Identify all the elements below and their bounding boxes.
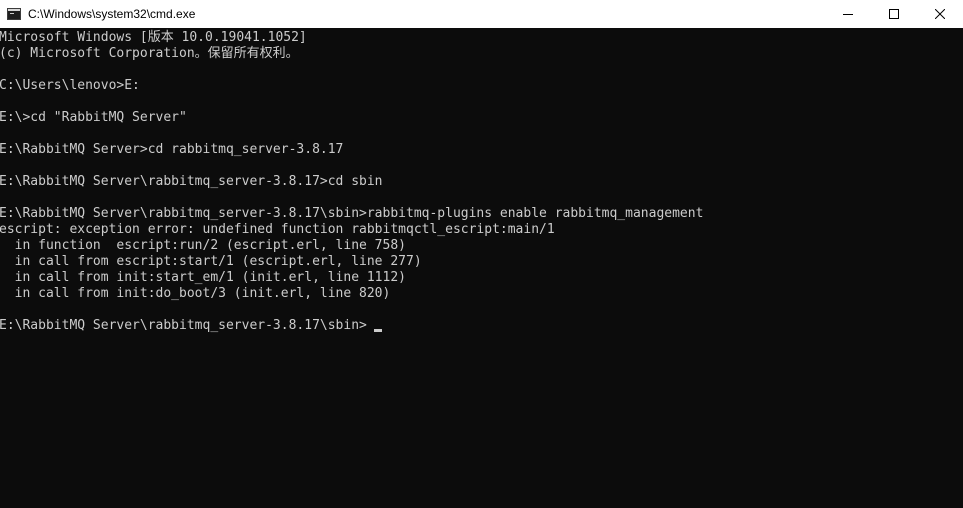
- console-line: (c) Microsoft Corporation。保留所有权利。: [0, 46, 299, 61]
- text-cursor: [374, 329, 382, 332]
- minimize-button[interactable]: [825, 0, 871, 28]
- console-line: escript: exception error: undefined func…: [0, 222, 555, 237]
- console-line: C:\Users\lenovo>E:: [0, 78, 140, 93]
- close-icon: [935, 9, 945, 19]
- maximize-icon: [889, 9, 899, 19]
- console-line: in function escript:run/2 (escript.erl, …: [0, 238, 406, 253]
- minimize-icon: [843, 14, 853, 15]
- cmd-window: C:\Windows\system32\cmd.exe Microsoft Wi…: [0, 0, 963, 508]
- console-line: E:\RabbitMQ Server\rabbitmq_server-3.8.1…: [0, 174, 383, 189]
- console-line: E:\RabbitMQ Server>cd rabbitmq_server-3.…: [0, 142, 344, 157]
- close-button[interactable]: [917, 0, 963, 28]
- console-line: in call from init:do_boot/3 (init.erl, l…: [0, 286, 391, 301]
- cmd-icon[interactable]: [7, 8, 21, 20]
- console-output[interactable]: Microsoft Windows [版本 10.0.19041.1052] (…: [0, 29, 963, 508]
- window-controls: [825, 0, 963, 28]
- console-line: in call from escript:start/1 (escript.er…: [0, 254, 422, 269]
- console-line: in call from init:start_em/1 (init.erl, …: [0, 270, 406, 285]
- console-line: E:\>cd "RabbitMQ Server": [0, 110, 187, 125]
- maximize-button[interactable]: [871, 0, 917, 28]
- window-title: C:\Windows\system32\cmd.exe: [28, 7, 196, 21]
- title-bar[interactable]: C:\Windows\system32\cmd.exe: [0, 0, 963, 28]
- console-line: Microsoft Windows [版本 10.0.19041.1052]: [0, 30, 307, 45]
- console-line: E:\RabbitMQ Server\rabbitmq_server-3.8.1…: [0, 206, 704, 221]
- console-line: E:\RabbitMQ Server\rabbitmq_server-3.8.1…: [0, 318, 367, 333]
